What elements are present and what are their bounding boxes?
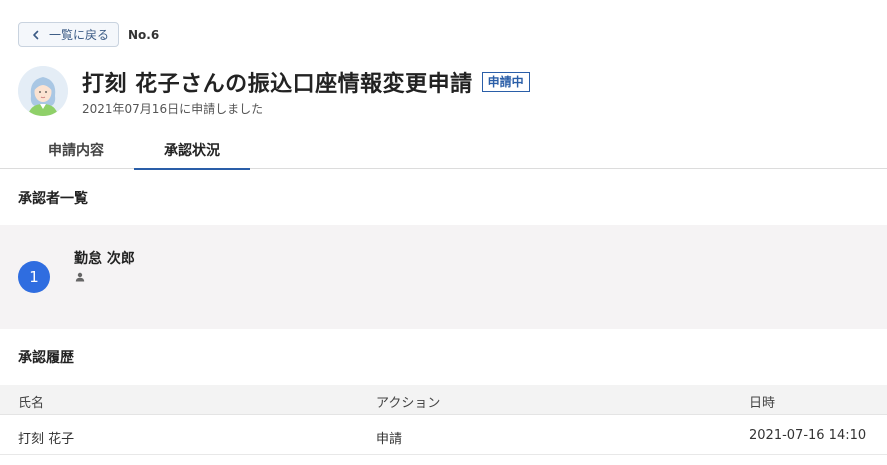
back-to-list-button[interactable]: 一覧に戻る (18, 22, 120, 47)
tab-bar: 申請内容 承認状況 (0, 136, 887, 170)
user-avatar (18, 66, 68, 116)
approval-history-table: 氏名 アクション 日時 打刻 花子 申請 2021-07-16 14:10 (0, 385, 887, 455)
back-button-label: 一覧に戻る (49, 28, 110, 42)
document-number: No.6 (128, 27, 160, 42)
submitted-date: 2021年07月16日に申請しました (82, 102, 264, 116)
approver-list-heading: 承認者一覧 (18, 191, 88, 207)
chevron-left-icon (33, 30, 39, 39)
page-title: 打刻 花子さんの振込口座情報変更申請 (82, 72, 473, 97)
column-header-name: 氏名 (18, 396, 45, 411)
table-header: 氏名 アクション 日時 (0, 385, 887, 415)
avatar-illustration (18, 66, 68, 116)
person-icon (75, 272, 85, 282)
approval-history-heading: 承認履歴 (18, 350, 74, 366)
column-header-datetime: 日時 (749, 396, 776, 411)
history-datetime-cell: 2021-07-16 14:10 (749, 428, 867, 443)
history-name-cell: 打刻 花子 (18, 432, 75, 447)
history-action-cell: 申請 (376, 432, 403, 447)
table-row: 打刻 花子 申請 2021-07-16 14:10 (0, 415, 887, 455)
tab-approval-status[interactable]: 承認状況 (134, 136, 250, 170)
approver-name: 勤怠 次郎 (74, 251, 135, 267)
approval-step-number: 1 (18, 261, 50, 293)
approver-list: 1 勤怠 次郎 (0, 225, 887, 329)
tab-request-details[interactable]: 申請内容 (20, 136, 132, 169)
status-badge: 申請中 (481, 72, 530, 92)
top-bar: 一覧に戻る No.6 (18, 22, 159, 47)
column-header-action: アクション (376, 396, 441, 411)
title-row: 打刻 花子さんの振込口座情報変更申請 申請中 (82, 66, 530, 98)
